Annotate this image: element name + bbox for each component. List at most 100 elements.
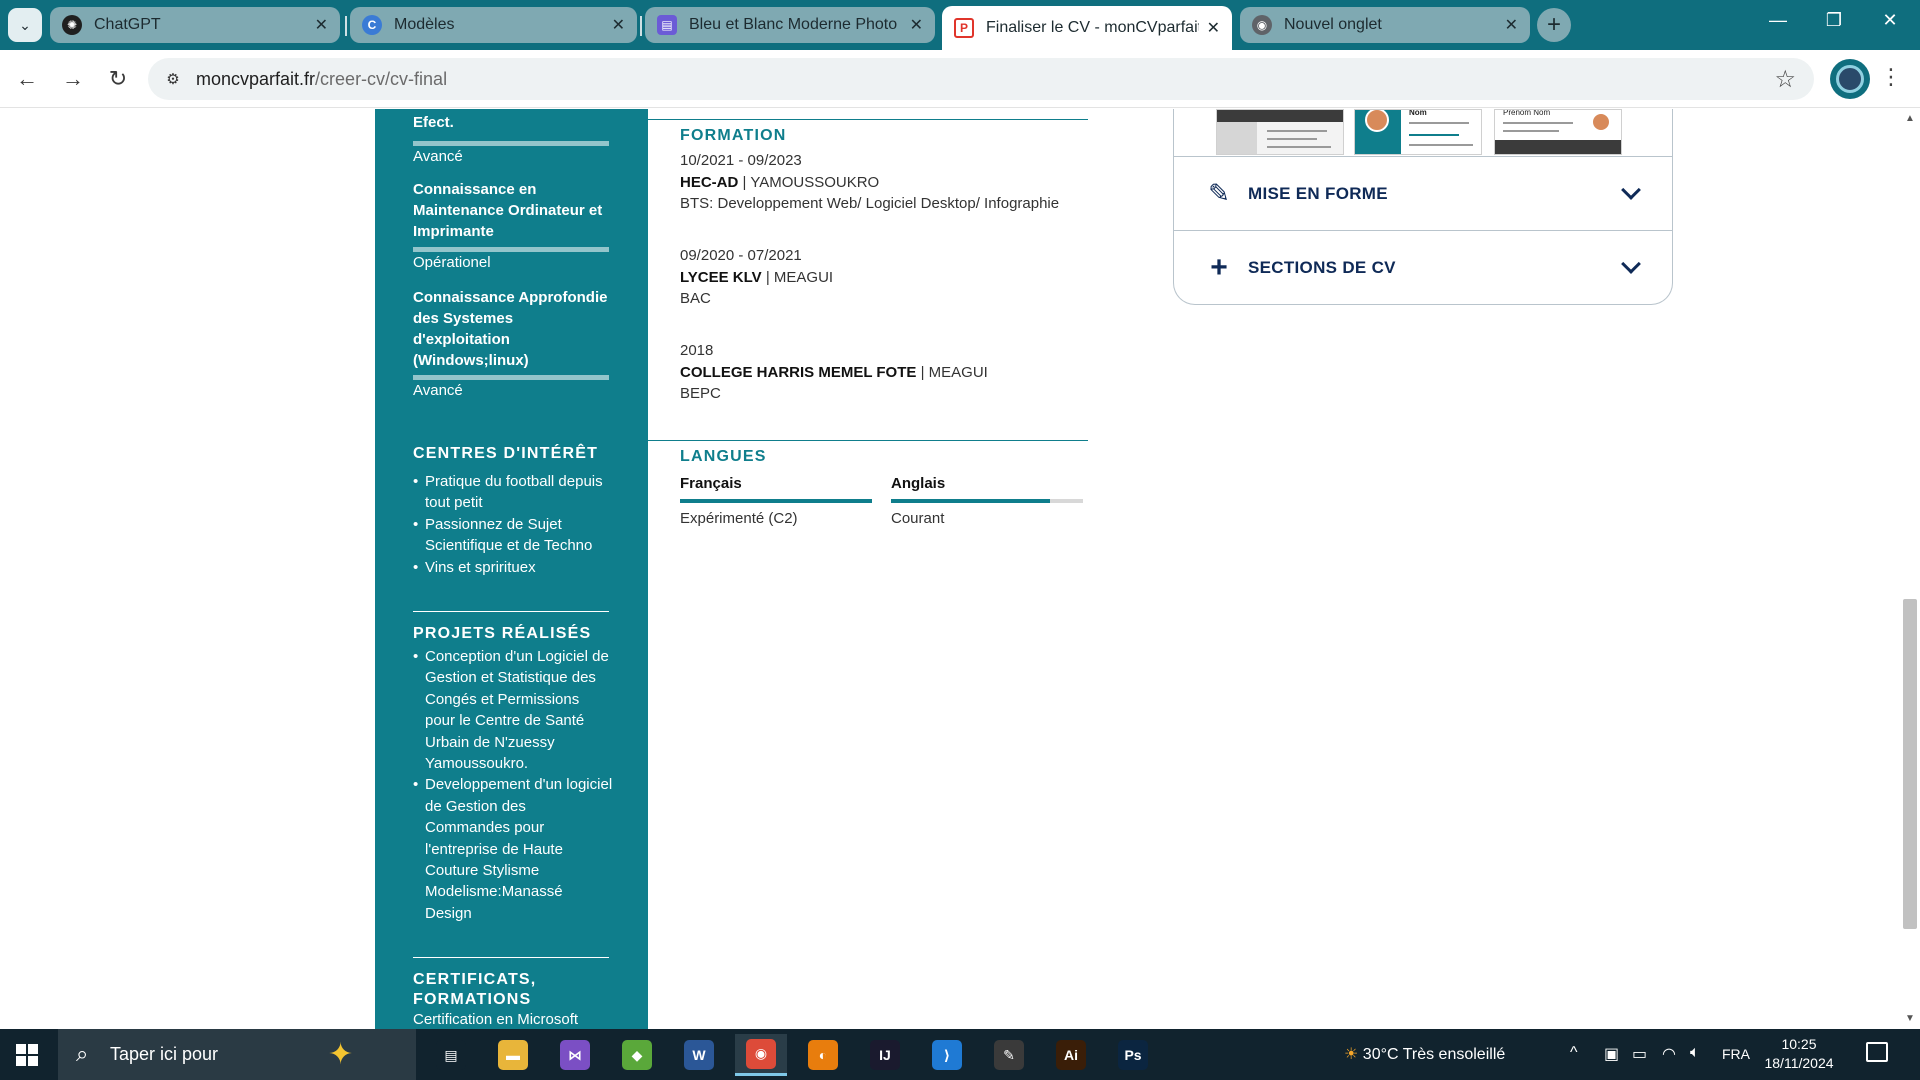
tab-title: Bleu et Blanc Moderne Photo In bbox=[689, 16, 902, 33]
accordion-sections-de-cv[interactable]: + SECTIONS DE CV bbox=[1174, 230, 1672, 304]
scroll-up-arrow-icon[interactable]: ▲ bbox=[1905, 113, 1915, 124]
list-item: Vins et sprirituex bbox=[413, 557, 613, 579]
skill-name: ...Efect. bbox=[413, 109, 454, 131]
formation-degree: BAC bbox=[680, 290, 711, 307]
formation-degree: BEPC bbox=[680, 385, 721, 402]
projects-list: Conception d'un Logiciel de Gestion et S… bbox=[413, 646, 613, 924]
url-path: /creer-cv/cv-final bbox=[315, 69, 448, 89]
taskbar-app-word[interactable]: W bbox=[673, 1034, 725, 1076]
canva-icon: C bbox=[362, 15, 382, 35]
list-item: Passionnez de Sujet Scientifique et de T… bbox=[413, 514, 613, 557]
taskbar-app-winrar[interactable]: ◆ bbox=[611, 1034, 663, 1076]
taskbar-clock[interactable]: 10:25 18/11/2024 bbox=[1754, 1035, 1844, 1073]
taskbar-app-illustrator[interactable]: Ai bbox=[1045, 1034, 1097, 1076]
vscode-icon: ⟩ bbox=[932, 1040, 962, 1070]
page-scrollbar[interactable]: ▲ ▼ bbox=[1900, 109, 1920, 1029]
thumbnail-header bbox=[1217, 110, 1343, 122]
scrollbar-thumb[interactable] bbox=[1903, 599, 1917, 929]
task-view-icon: ▤ bbox=[436, 1040, 466, 1070]
tab-search-button[interactable]: ⌄ bbox=[8, 8, 42, 42]
design-tools-icon: ✎ bbox=[1208, 178, 1230, 208]
forward-button[interactable]: → bbox=[58, 64, 88, 94]
formation-date: 2018 bbox=[680, 342, 714, 359]
section-rule bbox=[648, 440, 1088, 441]
tab-chatgpt[interactable]: ✺ ChatGPT ✕ bbox=[50, 7, 340, 43]
volume-icon[interactable]: 🔈︎ bbox=[1690, 1044, 1700, 1062]
wifi-icon[interactable]: ◠ bbox=[1662, 1044, 1676, 1064]
back-button[interactable]: ← bbox=[12, 64, 42, 94]
taskbar-app-chrome[interactable]: ◉ bbox=[735, 1034, 787, 1076]
certificate-item: Certification en Microsoft bbox=[413, 1011, 579, 1028]
bookmark-star-icon[interactable]: ☆ bbox=[1774, 65, 1796, 94]
thumbnail-sidebar bbox=[1217, 122, 1257, 154]
tab-bleu-et-blanc[interactable]: ▤ Bleu et Blanc Moderne Photo In ✕ bbox=[645, 7, 935, 43]
new-tab-button[interactable]: + bbox=[1537, 8, 1571, 42]
template-thumbnail[interactable]: Nom bbox=[1354, 109, 1482, 155]
blender-icon: ◐ bbox=[808, 1040, 838, 1070]
taskbar-search[interactable]: ⌕ Taper ici pour ✦ bbox=[58, 1029, 416, 1080]
address-bar[interactable]: ⚙ moncvparfait.fr/creer-cv/cv-final ☆ bbox=[148, 58, 1814, 100]
profile-avatar[interactable] bbox=[1830, 59, 1870, 99]
inkscape-icon: ✎ bbox=[994, 1040, 1024, 1070]
taskbar-app-vscode[interactable]: ⟩ bbox=[921, 1034, 973, 1076]
tab-title: ChatGPT bbox=[94, 16, 161, 33]
tab-modeles[interactable]: C Modèles ✕ bbox=[350, 7, 637, 43]
formation-school: HEC-AD | YAMOUSSOUKRO bbox=[680, 174, 880, 191]
language-level: Expérimenté (C2) bbox=[680, 510, 798, 527]
editor-panel: Nom Prénom Nom ✎ MISE EN FORME + SECTION… bbox=[1173, 109, 1673, 305]
close-tab-icon[interactable]: ✕ bbox=[1505, 15, 1518, 35]
accordion-mise-en-forme[interactable]: ✎ MISE EN FORME bbox=[1174, 156, 1672, 230]
thumbnail-line bbox=[1503, 122, 1573, 124]
tab-title: Nouvel onglet bbox=[1284, 16, 1382, 33]
taskbar-app-intellij[interactable]: IJ bbox=[859, 1034, 911, 1076]
close-tab-icon[interactable]: ✕ bbox=[1207, 18, 1220, 38]
clock-date: 18/11/2024 bbox=[1764, 1055, 1834, 1071]
taskbar-app-blender[interactable]: ◐ bbox=[797, 1034, 849, 1076]
taskbar-app-inkscape[interactable]: ✎ bbox=[983, 1034, 1035, 1076]
thumbnail-name: Prénom Nom bbox=[1503, 109, 1551, 117]
tab-finaliser-cv[interactable]: P Finaliser le CV - monCVparfait ✕ bbox=[942, 6, 1232, 50]
url-text[interactable]: moncvparfait.fr/creer-cv/cv-final bbox=[196, 69, 447, 90]
page-content: ...Efect. Avancé Connaissance en Mainten… bbox=[0, 109, 1920, 1029]
skill-bar bbox=[413, 375, 609, 380]
battery-icon[interactable]: ▭ bbox=[1632, 1044, 1647, 1064]
taskbar-app-visual-studio[interactable]: ⋈ bbox=[549, 1034, 601, 1076]
input-language[interactable]: FRA bbox=[1722, 1046, 1750, 1062]
url-host: moncvparfait.fr bbox=[196, 69, 316, 89]
clock-time: 10:25 bbox=[1781, 1036, 1817, 1052]
reload-button[interactable]: ↻ bbox=[103, 64, 133, 94]
weather-widget[interactable]: ☀ 30°C Très ensoleillé bbox=[1344, 1044, 1505, 1064]
taskbar-app-file-explorer[interactable]: ▬ bbox=[487, 1034, 539, 1076]
meet-now-icon[interactable]: ▣ bbox=[1604, 1044, 1619, 1064]
skill-bar-fill bbox=[413, 375, 580, 380]
weather-sun-icon: ☀ bbox=[1344, 1046, 1359, 1063]
thumbnail-line bbox=[1409, 134, 1459, 136]
show-hidden-icons-icon[interactable]: ^ bbox=[1570, 1044, 1578, 1062]
chrome-icon: ◉ bbox=[1252, 15, 1272, 35]
notification-center-icon[interactable] bbox=[1866, 1042, 1888, 1062]
browser-menu-icon[interactable]: ⋮ bbox=[1880, 64, 1902, 90]
windows-start-icon[interactable] bbox=[16, 1044, 38, 1066]
thumbnail-line bbox=[1409, 122, 1469, 124]
word-icon: W bbox=[684, 1040, 714, 1070]
visual-studio-icon: ⋈ bbox=[560, 1040, 590, 1070]
taskbar-app-photoshop[interactable]: Ps bbox=[1107, 1034, 1159, 1076]
language-item: Français Expérimenté (C2) bbox=[680, 475, 874, 527]
moncvparfait-icon: P bbox=[954, 18, 974, 38]
sparkle-icon: ✦ bbox=[328, 1038, 354, 1071]
scroll-down-arrow-icon[interactable]: ▼ bbox=[1905, 1013, 1915, 1024]
windows-taskbar: ⌕ Taper ici pour ✦ ▤ ▬ ⋈ ◆ W ◉ ◐ IJ ⟩ ✎ Ai Ps ☀ 30°… bbox=[0, 1029, 1920, 1080]
close-tab-icon[interactable]: ✕ bbox=[910, 15, 923, 35]
template-thumbnail[interactable]: Prénom Nom bbox=[1494, 109, 1622, 155]
skill-bar bbox=[413, 247, 609, 252]
close-tab-icon[interactable]: ✕ bbox=[315, 15, 328, 35]
minimize-button[interactable]: — bbox=[1756, 10, 1800, 31]
thumbnail-photo bbox=[1365, 110, 1389, 132]
taskbar-app-task-view[interactable]: ▤ bbox=[425, 1034, 477, 1076]
close-tab-icon[interactable]: ✕ bbox=[612, 15, 625, 35]
restore-button[interactable]: ❐ bbox=[1812, 10, 1856, 31]
tab-nouvel-onglet[interactable]: ◉ Nouvel onglet ✕ bbox=[1240, 7, 1530, 43]
template-thumbnail[interactable] bbox=[1216, 109, 1344, 155]
close-window-button[interactable]: ✕ bbox=[1868, 10, 1912, 31]
site-info-icon[interactable]: ⚙ bbox=[160, 66, 186, 92]
